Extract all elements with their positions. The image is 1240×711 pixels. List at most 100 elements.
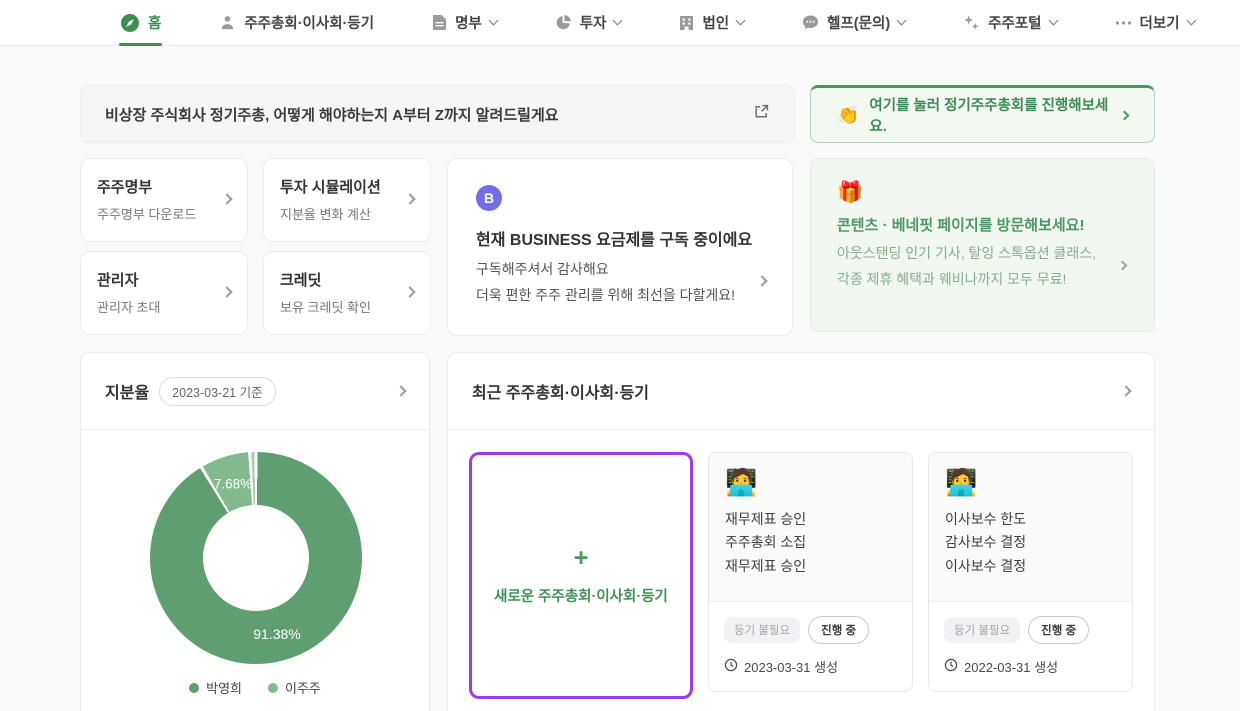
meeting-card-body: 🧑‍💻 이사보수 한도 감사보수 결정 이사보수 결정 xyxy=(929,453,1132,601)
cta-text: 여기를 눌러 정기주주총회를 진행해보세요. xyxy=(869,94,1111,136)
clock-icon xyxy=(944,658,958,675)
agenda-list: 이사보수 한도 감사보수 결정 이사보수 결정 xyxy=(945,508,1116,579)
chevron-down-icon xyxy=(1048,16,1058,26)
card-title: 크레딧 xyxy=(280,269,414,290)
agenda-item: 재무제표 승인 xyxy=(725,555,896,579)
ownership-title: 지분율 xyxy=(105,379,149,403)
plan-line: 더욱 편한 주주 관리를 위해 최선을 다할게요! xyxy=(476,285,764,305)
annual-meeting-cta-button[interactable]: 👏 여기를 눌러 정기주주총회를 진행해보세요. xyxy=(810,85,1155,143)
ownership-panel: 지분율 2023-03-21 기준 7.68% 91.38% 박영희 xyxy=(80,352,430,711)
slice-label-big: 91.38% xyxy=(253,626,300,642)
card-title: 관리자 xyxy=(97,269,231,290)
agenda-item: 감사보수 결정 xyxy=(945,531,1116,555)
credit-card[interactable]: 크레딧 보유 크레딧 확인 xyxy=(263,251,431,335)
chevron-down-icon xyxy=(897,16,907,26)
benefit-line: 각종 제휴 혜택과 웨비나까지 모두 무료! xyxy=(837,269,1128,289)
card-title: 주주명부 xyxy=(97,176,231,197)
created-date: 2023-03-31 생성 xyxy=(744,657,838,676)
ownership-panel-header[interactable]: 지분율 2023-03-21 기준 xyxy=(81,353,429,430)
benefit-page-card[interactable]: 🎁 콘텐츠 · 베네핏 페이지를 방문해보세요! 아웃스탠딩 인기 기사, 탈잉… xyxy=(810,158,1155,332)
nav-item-help[interactable]: 헬프(문의) xyxy=(802,0,905,46)
meeting-card-footer: 등기 불필요 진행 중 2022-03-31 생성 xyxy=(929,601,1132,691)
nav-label: 주주총회·이사회·등기 xyxy=(244,12,374,33)
nav-item-home[interactable]: 홈 xyxy=(120,0,161,46)
donut-hole xyxy=(203,505,309,611)
nav-item-investment[interactable]: 투자 xyxy=(555,0,622,46)
chevron-right-icon xyxy=(1120,385,1131,396)
benefit-line: 아웃스탠딩 인기 기사, 탈잉 스톡옵션 클래스, xyxy=(837,243,1128,263)
meeting-card-footer: 등기 불필요 진행 중 2023-03-31 생성 xyxy=(709,601,912,691)
meeting-card-body: 🧑‍💻 재무제표 승인 주주총회 소집 재무제표 승인 xyxy=(709,453,912,601)
building-icon xyxy=(679,14,694,31)
recent-panel-header[interactable]: 최근 주주총회·이사회·등기 xyxy=(448,353,1154,430)
plus-icon: + xyxy=(574,546,589,571)
chart-legend: 박영희 이주주 xyxy=(81,678,429,697)
card-subtitle: 지분율 변화 계산 xyxy=(280,204,414,223)
meeting-card[interactable]: 🧑‍💻 이사보수 한도 감사보수 결정 이사보수 결정 등기 불필요 진행 중 xyxy=(928,452,1133,692)
subscription-plan-card[interactable]: B 현재 BUSINESS 요금제를 구독 중이에요 구독해주셔서 감사해요 더… xyxy=(447,158,793,336)
ownership-date-badge: 2023-03-21 기준 xyxy=(159,377,275,406)
admin-card[interactable]: 관리자 관리자 초대 xyxy=(80,251,248,335)
nav-item-meetings[interactable]: 주주총회·이사회·등기 xyxy=(219,0,374,46)
agenda-item: 주주총회 소집 xyxy=(725,531,896,555)
guide-banner[interactable]: 비상장 주식회사 정기주총, 어떻게 해야하는지 A부터 Z까지 알려드릴게요 xyxy=(80,85,795,143)
plan-line: 구독해주셔서 감사해요 xyxy=(476,259,764,279)
nav-label: 헬프(문의) xyxy=(827,12,890,33)
technologist-emoji-icon: 🧑‍💻 xyxy=(945,468,1116,497)
agenda-list: 재무제표 승인 주주총회 소집 재무제표 승인 xyxy=(725,508,896,579)
slice-label-small: 7.68% xyxy=(214,477,252,492)
clock-icon xyxy=(724,658,738,675)
shareholder-list-card[interactable]: 주주명부 주주명부 다운로드 xyxy=(80,158,248,242)
nav-label: 더보기 xyxy=(1140,12,1180,33)
card-subtitle: 주주명부 다운로드 xyxy=(97,204,231,223)
chevron-down-icon xyxy=(736,16,746,26)
meeting-card[interactable]: 🧑‍💻 재무제표 승인 주주총회 소집 재무제표 승인 등기 불필요 진행 중 xyxy=(708,452,913,692)
registration-status-badge: 등기 불필요 xyxy=(724,617,800,643)
chevron-right-icon xyxy=(395,385,406,396)
legend-dot-icon xyxy=(189,683,199,693)
investment-simulation-card[interactable]: 투자 시뮬레이션 지분율 변화 계산 xyxy=(263,158,431,242)
nav-item-more[interactable]: 더보기 xyxy=(1115,0,1195,46)
benefit-title: 콘텐츠 · 베네핏 페이지를 방문해보세요! xyxy=(837,214,1128,235)
nav-item-shareholder-portal[interactable]: 주주포털 xyxy=(963,0,1056,46)
document-icon xyxy=(432,14,447,31)
recent-cards-row: + 새로운 주주총회·이사회·등기 🧑‍💻 재무제표 승인 주주총회 소집 재무… xyxy=(448,430,1154,711)
nav-label: 법인 xyxy=(702,12,729,33)
agenda-item: 이사보수 한도 xyxy=(945,508,1116,532)
more-dots-icon xyxy=(1115,20,1132,26)
top-navigation: 홈 주주총회·이사회·등기 명부 투자 법인 헬프(문의) xyxy=(0,0,1240,46)
legend-label: 박영희 xyxy=(206,678,242,697)
plan-title: 현재 BUSINESS 요금제를 구독 중이에요 xyxy=(476,226,764,250)
card-subtitle: 보유 크레딧 확인 xyxy=(280,297,414,316)
agenda-item: 이사보수 결정 xyxy=(945,555,1116,579)
person-icon xyxy=(219,14,236,31)
created-date: 2022-03-31 생성 xyxy=(964,657,1058,676)
compass-icon xyxy=(120,13,140,33)
guide-banner-text: 비상장 주식회사 정기주총, 어떻게 해야하는지 A부터 Z까지 알려드릴게요 xyxy=(105,104,559,125)
progress-status-badge: 진행 중 xyxy=(808,616,869,644)
chevron-right-icon xyxy=(1120,110,1130,120)
legend-dot-icon xyxy=(268,683,278,693)
card-subtitle: 관리자 초대 xyxy=(97,297,231,316)
quick-links-grid: 주주명부 주주명부 다운로드 투자 시뮬레이션 지분율 변화 계산 관리자 관리… xyxy=(80,158,431,336)
recent-meetings-panel: 최근 주주총회·이사회·등기 + 새로운 주주총회·이사회·등기 🧑‍💻 재무제… xyxy=(447,352,1155,711)
sparkles-icon xyxy=(963,14,980,31)
recent-title: 최근 주주총회·이사회·등기 xyxy=(472,379,649,403)
new-meeting-label: 새로운 주주총회·이사회·등기 xyxy=(494,585,668,606)
gift-emoji-icon: 🎁 xyxy=(837,181,1128,205)
progress-status-badge: 진행 중 xyxy=(1028,616,1089,644)
chat-icon xyxy=(802,14,819,31)
plan-badge-icon: B xyxy=(476,185,502,211)
legend-item: 이주주 xyxy=(268,678,321,697)
donut-chart: 7.68% 91.38% xyxy=(150,452,362,664)
nav-label: 홈 xyxy=(148,12,161,33)
chevron-down-icon xyxy=(613,16,623,26)
chevron-down-icon xyxy=(1186,16,1196,26)
legend-item: 박영희 xyxy=(189,678,242,697)
nav-item-registry[interactable]: 명부 xyxy=(432,0,497,46)
new-meeting-button[interactable]: + 새로운 주주총회·이사회·등기 xyxy=(469,452,693,699)
nav-item-corporation[interactable]: 법인 xyxy=(679,0,744,46)
technologist-emoji-icon: 🧑‍💻 xyxy=(725,468,896,497)
nav-label: 주주포털 xyxy=(988,12,1041,33)
ownership-donut-chart: 7.68% 91.38% 박영희 이주주 xyxy=(81,430,429,711)
